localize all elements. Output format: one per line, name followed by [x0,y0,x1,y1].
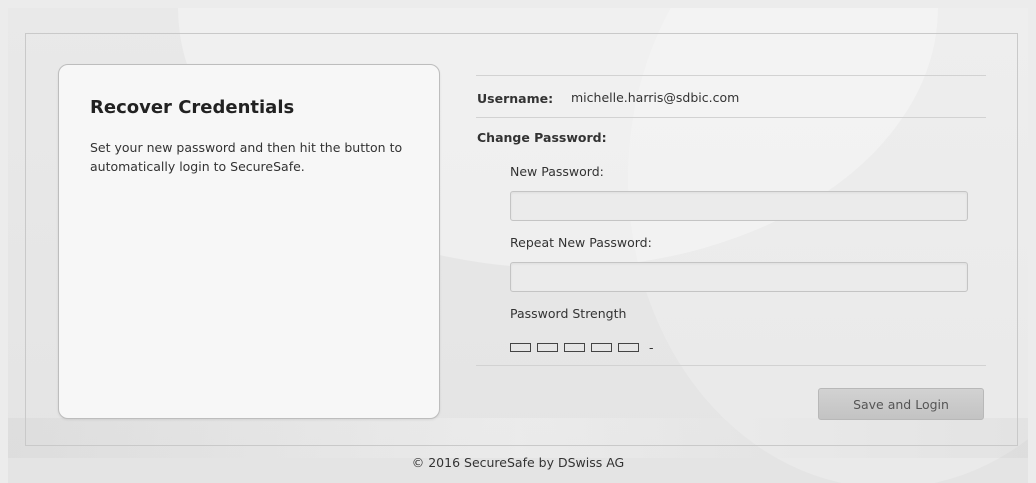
repeat-password-label: Repeat New Password: [510,235,652,250]
info-card-title: Recover Credentials [90,97,295,118]
password-strength-label: Password Strength [510,306,627,321]
strength-segment [618,343,639,352]
info-card-description: Set your new password and then hit the b… [90,140,403,174]
repeat-password-field[interactable] [510,262,968,292]
strength-segment [510,343,531,352]
info-card: Recover Credentials Set your new passwor… [58,64,440,419]
username-label: Username: [477,91,554,106]
change-password-label: Change Password: [477,130,607,145]
footer-copyright: © 2016 SecureSafe by DSwiss AG [411,455,625,470]
strength-segment [537,343,558,352]
strength-text: - [649,340,654,355]
divider [476,365,986,366]
divider [476,117,986,118]
new-password-field[interactable] [510,191,968,221]
strength-segment [591,343,612,352]
new-password-label: New Password: [510,164,604,179]
divider [476,75,986,76]
username-value: michelle.harris@sdbic.com [571,90,740,105]
save-and-login-button[interactable]: Save and Login [818,388,984,420]
password-strength-meter: - [510,340,654,355]
strength-segment [564,343,585,352]
